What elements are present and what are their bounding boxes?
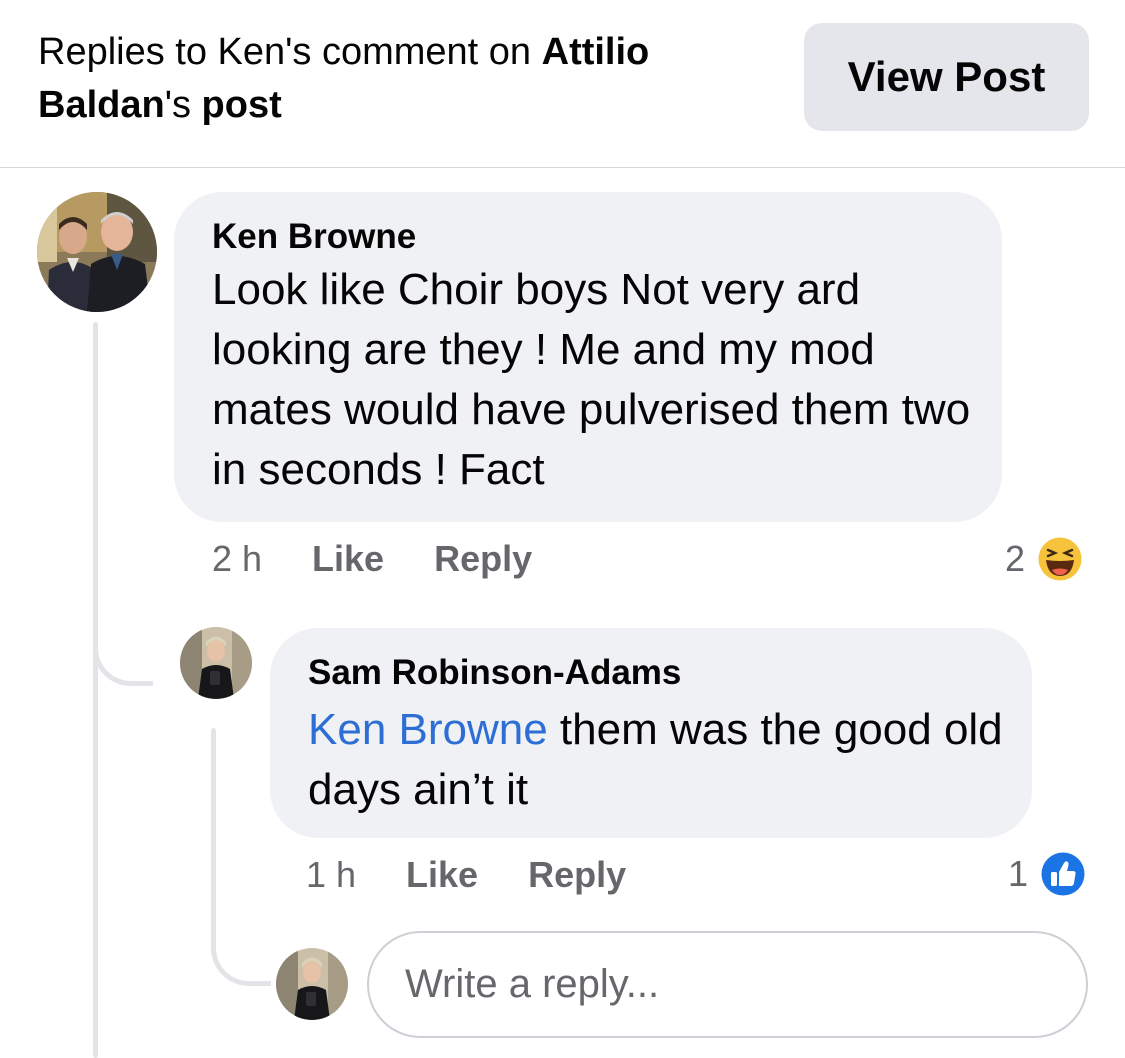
comment-text: Look like Choir boys Not very ard lookin…: [212, 265, 971, 494]
reply-input[interactable]: [405, 962, 1086, 1007]
avatar-ken-browne[interactable]: [37, 192, 157, 312]
avatar-photo-mirror-selfie: [180, 627, 252, 699]
reply-mention-link[interactable]: Ken Browne: [308, 705, 548, 754]
reply-reaction-count: 1: [1008, 853, 1029, 894]
thread-connector: [93, 600, 153, 686]
header-title: Replies to Ken's comment on Attilio Balda…: [38, 26, 778, 132]
header-title-prefix: Replies to Ken's comment on: [38, 31, 542, 73]
avatar-current-user: [276, 948, 348, 1020]
comment-bubble[interactable]: Ken Browne Look like Choir boys Not very…: [174, 192, 1002, 522]
thread-line: [93, 322, 98, 1058]
comment-reactions[interactable]: 2: [1005, 534, 1085, 584]
avatar-sam-robinson-adams[interactable]: [180, 627, 252, 699]
reply-text-block: Ken Browne them was the good old days ai…: [308, 700, 1008, 820]
replies-header: Replies to Ken's comment on Attilio Balda…: [0, 0, 1125, 168]
comment-author[interactable]: Ken Browne: [212, 216, 416, 258]
reply-meta: 1 h Like Reply: [306, 854, 626, 896]
like-thumb-icon: [1039, 850, 1088, 898]
reply-time[interactable]: 1 h: [306, 854, 356, 896]
haha-emoji-icon: [1036, 535, 1085, 583]
reply-reply-button[interactable]: Reply: [528, 854, 626, 896]
header-title-post-word: post: [201, 84, 282, 126]
reply-bubble[interactable]: Sam Robinson-Adams Ken Browne them was t…: [270, 628, 1032, 838]
post-author-last-name[interactable]: Baldan: [38, 84, 165, 126]
reply-composer[interactable]: [367, 931, 1088, 1038]
header-title-possessive: 's: [164, 84, 191, 126]
reply-author[interactable]: Sam Robinson-Adams: [308, 652, 681, 694]
comment-reply-button[interactable]: Reply: [434, 538, 532, 580]
comment-reaction-count: 2: [1005, 538, 1026, 579]
avatar-photo-mirror-selfie: [276, 948, 348, 1020]
comment-meta: 2 h Like Reply: [212, 538, 532, 580]
post-author-first-name[interactable]: Attilio: [542, 31, 650, 73]
avatar-photo-two-men: [37, 192, 157, 312]
view-post-button[interactable]: View Post: [804, 23, 1089, 131]
comment-time[interactable]: 2 h: [212, 538, 262, 580]
reply-like-button[interactable]: Like: [406, 854, 478, 896]
reply-reactions[interactable]: 1: [1008, 849, 1088, 899]
comment-like-button[interactable]: Like: [312, 538, 384, 580]
reply-thread-connector: [211, 900, 271, 986]
